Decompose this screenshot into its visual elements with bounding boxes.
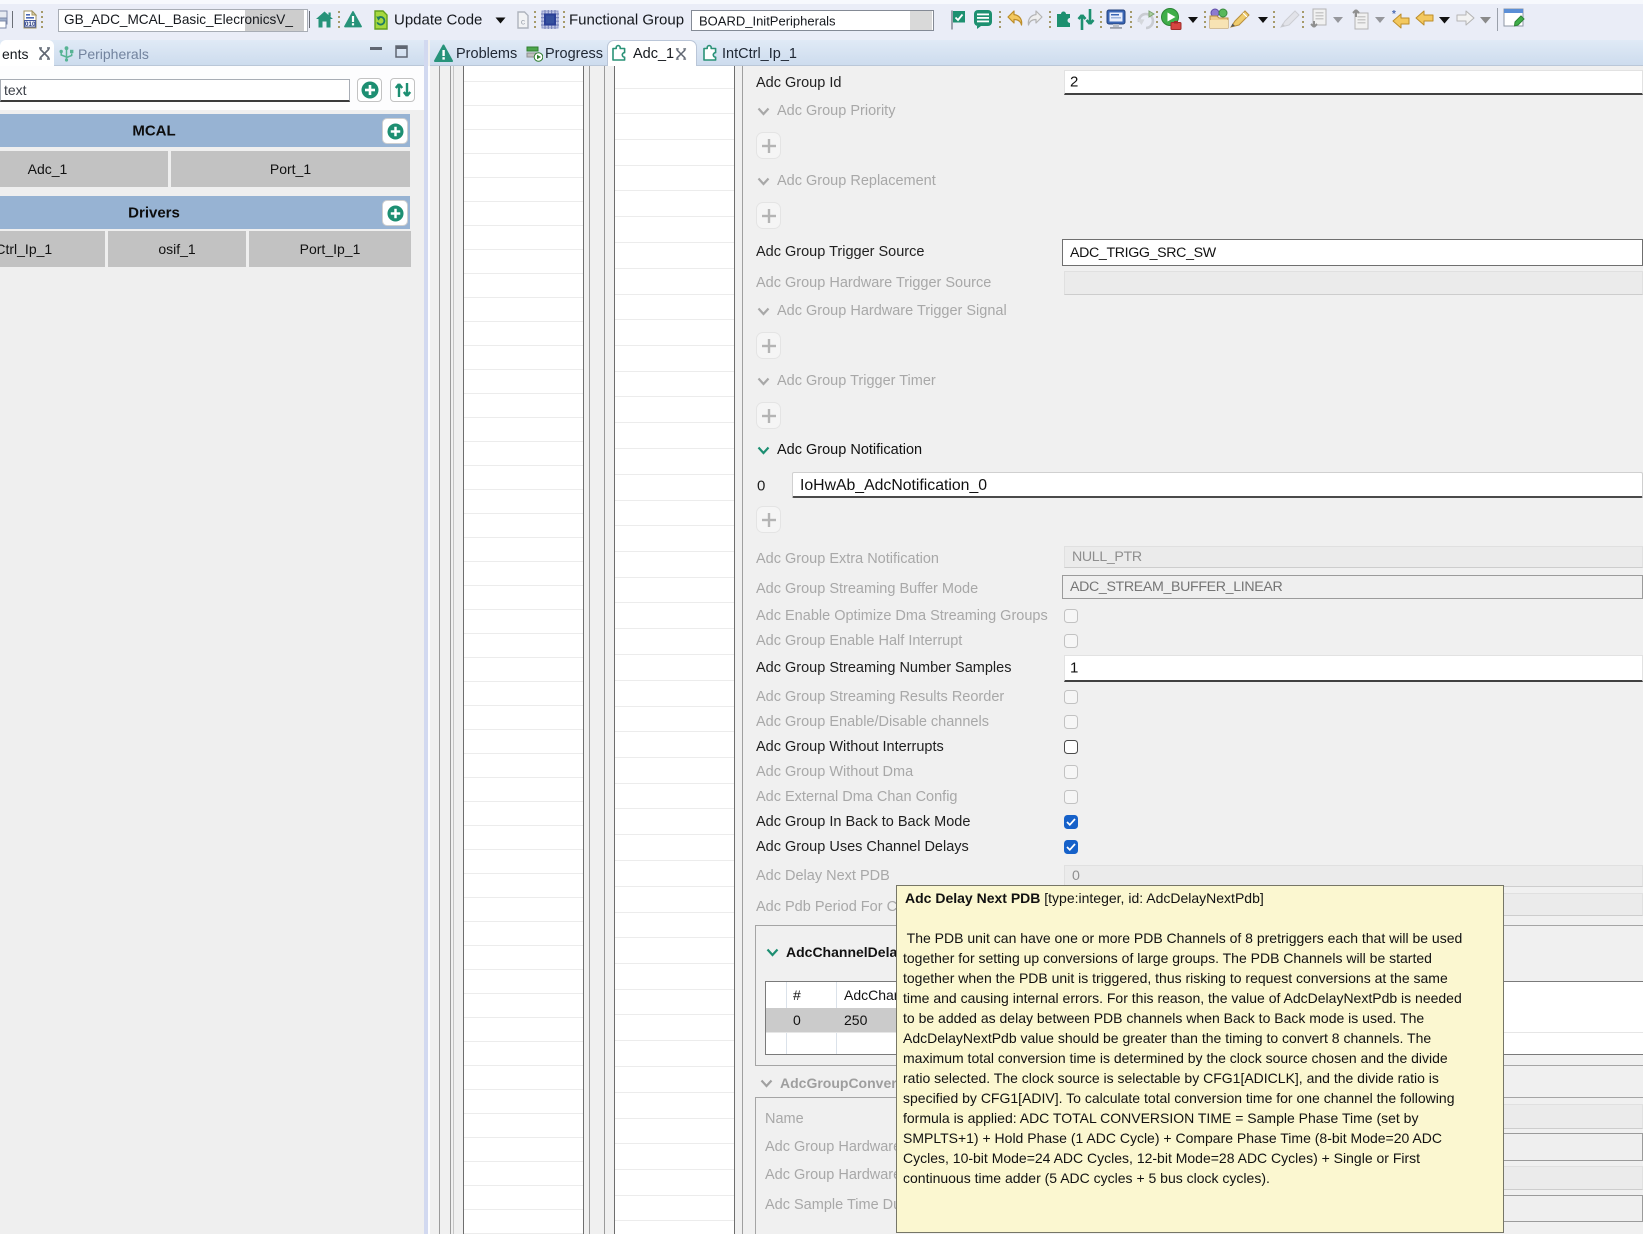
svg-text:010: 010: [25, 21, 36, 28]
